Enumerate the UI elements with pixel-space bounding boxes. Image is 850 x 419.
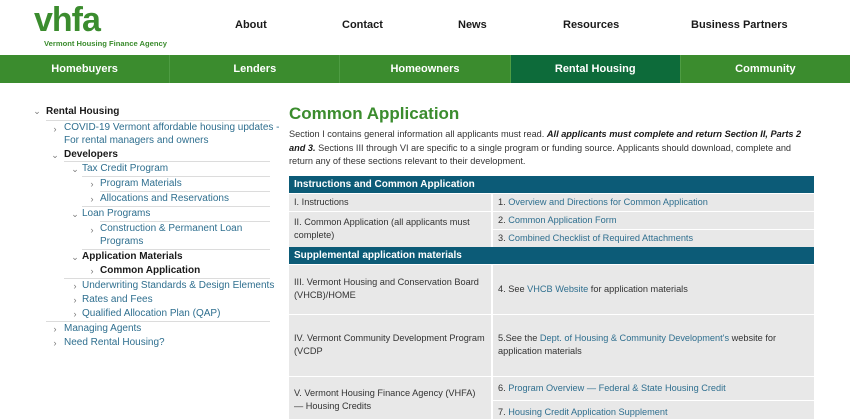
table-header-instructions: Instructions and Common Application [289,175,814,193]
logo-tagline: Vermont Housing Finance Agency [44,39,167,48]
main-nav-homebuyers[interactable]: Homebuyers [0,55,171,83]
expanded-chevron-icon[interactable]: ⌄ [71,162,79,176]
sidebar-item-loan-programs[interactable]: Loan Programs [82,207,150,221]
document-cell: 3. Combined Checklist of Required Attach… [491,228,814,247]
section-label: II. Common Application (all applicants m… [289,210,492,247]
document-link-overview[interactable]: Overview and Directions for Common Appli… [508,197,708,207]
sidebar-item-developers[interactable]: Developers [64,148,118,162]
sidebar-item-need-rental-housing[interactable]: Need Rental Housing? [64,336,165,350]
document-cell: 6. Program Overview — Federal & State Ho… [491,375,814,401]
collapsed-chevron-icon[interactable]: › [88,177,96,191]
page-title: Common Application [289,104,460,123]
sidebar-item-construction-loan[interactable]: Construction & Permanent Loan Programs [100,223,242,248]
collapsed-chevron-icon[interactable]: › [88,223,96,237]
application-table: Instructions and Common Application I. I… [289,175,814,419]
top-nav-about[interactable]: About [235,19,267,31]
main-nav-homeowners[interactable]: Homeowners [340,55,511,83]
sidebar-item-covid[interactable]: COVID-19 Vermont affordable housing upda… [64,122,280,147]
sidebar-item-common-application[interactable]: Common Application [100,264,200,278]
section-label: IV. Vermont Community Development Progra… [289,313,492,376]
document-link-vhcb-website[interactable]: VHCB Website [527,284,588,294]
collapsed-chevron-icon[interactable]: › [71,307,79,321]
site-header: vhfa Vermont Housing Finance Agency Abou… [0,0,850,55]
sidebar-item-program-materials[interactable]: Program Materials [100,177,182,191]
top-nav-resources[interactable]: Resources [563,19,619,31]
document-link-dhcd-website[interactable]: Dept. of Housing & Community Development… [540,333,729,343]
document-link-application-form[interactable]: Common Application Form [508,215,616,225]
collapsed-chevron-icon[interactable]: › [71,293,79,307]
document-cell: 4. See VHCB Website for application mate… [491,263,814,314]
collapsed-chevron-icon[interactable]: › [51,336,59,350]
expanded-chevron-icon[interactable]: ⌄ [71,207,79,221]
document-link-credit-supplement[interactable]: Housing Credit Application Supplement [508,407,667,417]
expanded-chevron-icon[interactable]: ⌄ [51,148,59,162]
sidebar-item-allocations[interactable]: Allocations and Reservations [100,192,229,206]
top-nav-contact[interactable]: Contact [342,19,383,31]
main-content: Common Application Section I contains ge… [289,104,814,419]
collapsed-chevron-icon[interactable]: › [51,122,59,136]
collapsed-chevron-icon: › [90,266,94,276]
main-nav: Homebuyers Lenders Homeowners Rental Hou… [0,55,850,83]
document-cell: 2. Common Application Form [491,210,814,229]
sidebar-item-application-materials[interactable]: Application Materials [82,250,183,264]
main-nav-lenders[interactable]: Lenders [170,55,341,83]
sidebar-item-rental-housing[interactable]: Rental Housing [46,103,119,120]
expanded-chevron-icon[interactable]: ⌄ [33,103,41,120]
document-cell: 1. Overview and Directions for Common Ap… [491,192,814,211]
document-cell: 5.See the Dept. of Housing & Community D… [491,313,814,376]
document-link-program-overview[interactable]: Program Overview — Federal & State Housi… [508,383,726,393]
top-nav: About Contact News Resources Business Pa… [0,19,850,35]
sidebar-tree: ⌄ Rental Housing › COVID-19 Vermont affo… [30,103,279,350]
table-header-supplemental: Supplemental application materials [289,246,814,264]
expanded-chevron-icon[interactable]: ⌄ [71,250,79,264]
section-label: III. Vermont Housing and Conservation Bo… [289,263,492,314]
section-label: V. Vermont Housing Finance Agency (VHFA)… [289,375,492,419]
collapsed-chevron-icon[interactable]: › [51,322,59,336]
sidebar-item-managing-agents[interactable]: Managing Agents [64,322,141,336]
collapsed-chevron-icon[interactable]: › [88,192,96,206]
document-cell: 7. Housing Credit Application Supplement [491,399,814,419]
main-nav-community[interactable]: Community [681,55,850,83]
collapsed-chevron-icon[interactable]: › [71,279,79,293]
sidebar-item-qap[interactable]: Qualified Allocation Plan (QAP) [82,307,220,321]
main-nav-rental-housing[interactable]: Rental Housing [510,55,681,83]
sidebar-item-rates-fees[interactable]: Rates and Fees [82,293,153,307]
top-nav-business-partners[interactable]: Business Partners [691,19,788,31]
sidebar-item-tax-credit-program[interactable]: Tax Credit Program [82,162,168,176]
sidebar-item-underwriting[interactable]: Underwriting Standards & Design Elements [82,279,274,293]
section-label: I. Instructions [289,192,492,211]
intro-paragraph: Section I contains general information a… [289,129,802,166]
document-link-checklist[interactable]: Combined Checklist of Required Attachmen… [508,233,693,243]
top-nav-news[interactable]: News [458,19,487,31]
